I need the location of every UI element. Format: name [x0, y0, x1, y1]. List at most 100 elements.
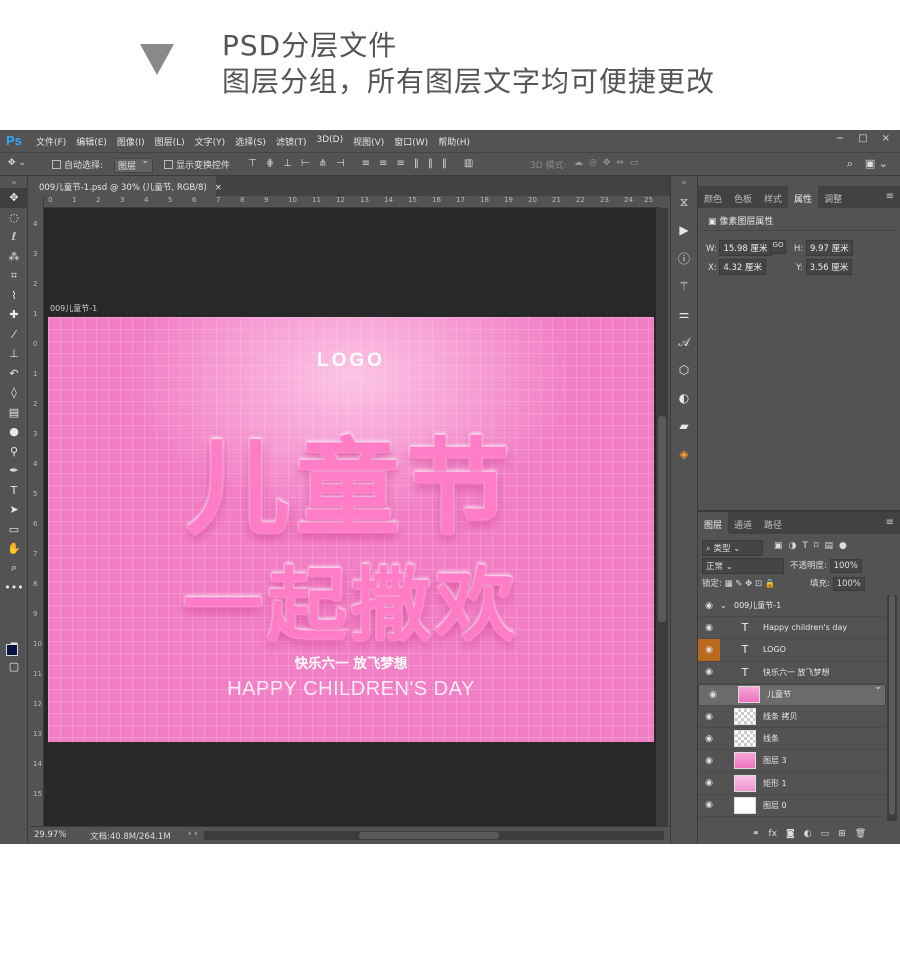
- panel-menu-icon[interactable]: ≡: [886, 517, 894, 528]
- plugin-icon[interactable]: ◈: [671, 440, 697, 468]
- filter-toggle-icon[interactable]: ●: [839, 541, 847, 551]
- document-tab[interactable]: 009儿童节-1.psd @ 30% (儿童节, RGB/8) ×: [30, 176, 222, 196]
- align-bottom-icon[interactable]: ⊥: [283, 158, 292, 169]
- magic-wand-tool-icon[interactable]: ⁂: [0, 247, 28, 267]
- menu-3d[interactable]: 3D(D): [316, 135, 343, 148]
- menu-type[interactable]: 文字(Y): [195, 135, 226, 148]
- layers-scrollbar[interactable]: [887, 595, 897, 821]
- vertical-scrollbar[interactable]: [656, 208, 668, 826]
- history-brush-tool-icon[interactable]: ↶: [0, 364, 28, 384]
- filter-shape-icon[interactable]: ⌑: [814, 541, 819, 551]
- trash-icon[interactable]: 🗑: [855, 829, 866, 839]
- marquee-tool-icon[interactable]: ◌: [0, 208, 28, 228]
- move-tool-icon[interactable]: ✥: [0, 188, 28, 208]
- menu-view[interactable]: 视图(V): [353, 135, 384, 148]
- move-tool-preset-icon[interactable]: ✥ ⌄: [8, 158, 26, 168]
- navigator-icon[interactable]: ◐: [671, 384, 697, 412]
- artboard-label[interactable]: 009儿童节-1: [50, 303, 97, 314]
- tab-paths[interactable]: 路径: [758, 512, 788, 534]
- layer-row[interactable]: ◉ 矩形 1: [698, 773, 886, 795]
- actions-play-icon[interactable]: ▶: [671, 216, 697, 244]
- menu-layer[interactable]: 图层(L): [155, 135, 185, 148]
- minimize-button[interactable]: −: [836, 133, 844, 144]
- menu-edit[interactable]: 编辑(E): [76, 135, 107, 148]
- eye-icon[interactable]: ◉: [698, 734, 720, 744]
- filter-pixel-icon[interactable]: ▣: [774, 541, 783, 551]
- eyedropper-tool-icon[interactable]: ⌇: [0, 286, 28, 306]
- distribute-vcenter-icon[interactable]: ≡: [379, 158, 387, 169]
- new-layer-icon[interactable]: ⊞: [838, 829, 846, 839]
- eye-icon[interactable]: ◉: [698, 601, 720, 611]
- workspace-icon[interactable]: ▣ ⌄: [865, 157, 888, 171]
- tab-color[interactable]: 颜色: [698, 186, 728, 208]
- align-left-icon[interactable]: ⊢: [301, 158, 310, 169]
- height-field[interactable]: 9.97 厘米: [805, 240, 853, 256]
- foreground-color-swatch[interactable]: [6, 644, 18, 656]
- layer-filter[interactable]: ⌕ 类型 ⌄: [702, 540, 764, 556]
- eye-icon[interactable]: ◉: [698, 667, 720, 677]
- link-icon[interactable]: ⚭: [752, 829, 760, 839]
- y-field[interactable]: 3.56 厘米: [805, 259, 853, 275]
- menu-select[interactable]: 选择(S): [235, 135, 266, 148]
- fx-icon[interactable]: fx: [769, 829, 778, 839]
- x-field[interactable]: 4.32 厘米: [719, 259, 767, 275]
- path-selection-tool-icon[interactable]: ➤: [0, 500, 28, 520]
- layer-row-selected[interactable]: ◉ 儿童节: [698, 682, 886, 706]
- zoom-level[interactable]: 29.97%: [34, 830, 66, 840]
- chevron-down-icon[interactable]: ⌄: [720, 601, 734, 610]
- scroll-thumb[interactable]: [889, 595, 895, 815]
- scroll-thumb[interactable]: [359, 832, 499, 839]
- tab-properties[interactable]: 属性: [788, 186, 819, 208]
- distribute-right-icon[interactable]: ‖: [442, 158, 447, 169]
- layer-row[interactable]: ◉ 线条 拷贝: [698, 706, 886, 729]
- layer-row[interactable]: ◉ T 快乐六一 放飞梦想: [698, 662, 886, 684]
- auto-select-checkbox[interactable]: 自动选择:: [52, 158, 103, 171]
- tab-adjustments[interactable]: 调整: [818, 186, 848, 208]
- eye-icon[interactable]: ◉: [698, 778, 720, 788]
- eye-icon[interactable]: ◉: [698, 756, 720, 766]
- adjustment-icon[interactable]: ◐: [804, 829, 812, 839]
- distribute-bottom-icon[interactable]: ≡: [396, 158, 404, 169]
- zoom-tool-icon[interactable]: ⌕: [0, 559, 28, 579]
- scroll-thumb[interactable]: [658, 416, 666, 622]
- rectangle-tool-icon[interactable]: ▭: [0, 520, 28, 540]
- eye-icon[interactable]: ◉: [698, 623, 720, 633]
- auto-align-icon[interactable]: ▥: [464, 158, 473, 169]
- filter-adjust-icon[interactable]: ◑: [789, 541, 797, 551]
- opacity-field[interactable]: 100%: [829, 559, 862, 573]
- link-dimensions-icon[interactable]: GO: [770, 240, 786, 254]
- artboard-canvas[interactable]: LOGO 儿童节 一起撒欢 快乐六一 放飞梦想 HAPPY CHILDREN'S…: [48, 317, 654, 742]
- 3d-tools-icons[interactable]: ☁◎✥⇔▭: [574, 158, 644, 168]
- show-transform-checkbox[interactable]: 显示变换控件: [164, 158, 230, 171]
- menu-window[interactable]: 窗口(W): [394, 135, 428, 148]
- toolbar-collapse-icon[interactable]: »: [0, 176, 28, 188]
- folder-icon[interactable]: ▭: [821, 829, 830, 839]
- clone-stamp-tool-icon[interactable]: ⊥: [0, 344, 28, 364]
- history-icon[interactable]: ⧖: [671, 188, 697, 216]
- libraries-icon[interactable]: ▰: [671, 412, 697, 440]
- maximize-button[interactable]: □: [858, 133, 867, 144]
- screen-mode-icon[interactable]: ▢: [0, 657, 28, 677]
- distribute-left-icon[interactable]: ‖: [414, 158, 419, 169]
- status-arrows[interactable]: › ‹: [188, 829, 198, 839]
- tab-channels[interactable]: 通道: [728, 512, 758, 534]
- tool-presets-icon[interactable]: ⚌: [671, 300, 697, 328]
- menu-help[interactable]: 帮助(H): [438, 135, 470, 148]
- layer-row[interactable]: ◉ T LOGO: [698, 639, 886, 662]
- search-icon[interactable]: ⌕: [847, 157, 853, 171]
- dock-collapse-icon[interactable]: «: [671, 176, 697, 188]
- eye-icon[interactable]: ◉: [698, 800, 720, 810]
- more-tools-icon[interactable]: •••: [0, 578, 28, 598]
- eraser-tool-icon[interactable]: ◊: [0, 383, 28, 403]
- tab-layers[interactable]: 图层: [698, 512, 729, 534]
- doc-size[interactable]: 文档:40.8M/264.1M: [90, 830, 171, 842]
- align-top-icon[interactable]: ⊤: [248, 158, 257, 169]
- layer-row[interactable]: ◉ T Happy children's day: [698, 617, 886, 640]
- align-hcenter-icon[interactable]: ⋔: [319, 158, 327, 169]
- lasso-tool-icon[interactable]: ℓ: [0, 227, 28, 247]
- close-button[interactable]: ×: [882, 133, 890, 144]
- hand-tool-icon[interactable]: ✋: [0, 539, 28, 559]
- brush-tool-icon[interactable]: ⁄: [0, 325, 28, 345]
- info-icon[interactable]: ⓘ: [671, 244, 697, 272]
- eye-icon[interactable]: ◉: [702, 690, 724, 700]
